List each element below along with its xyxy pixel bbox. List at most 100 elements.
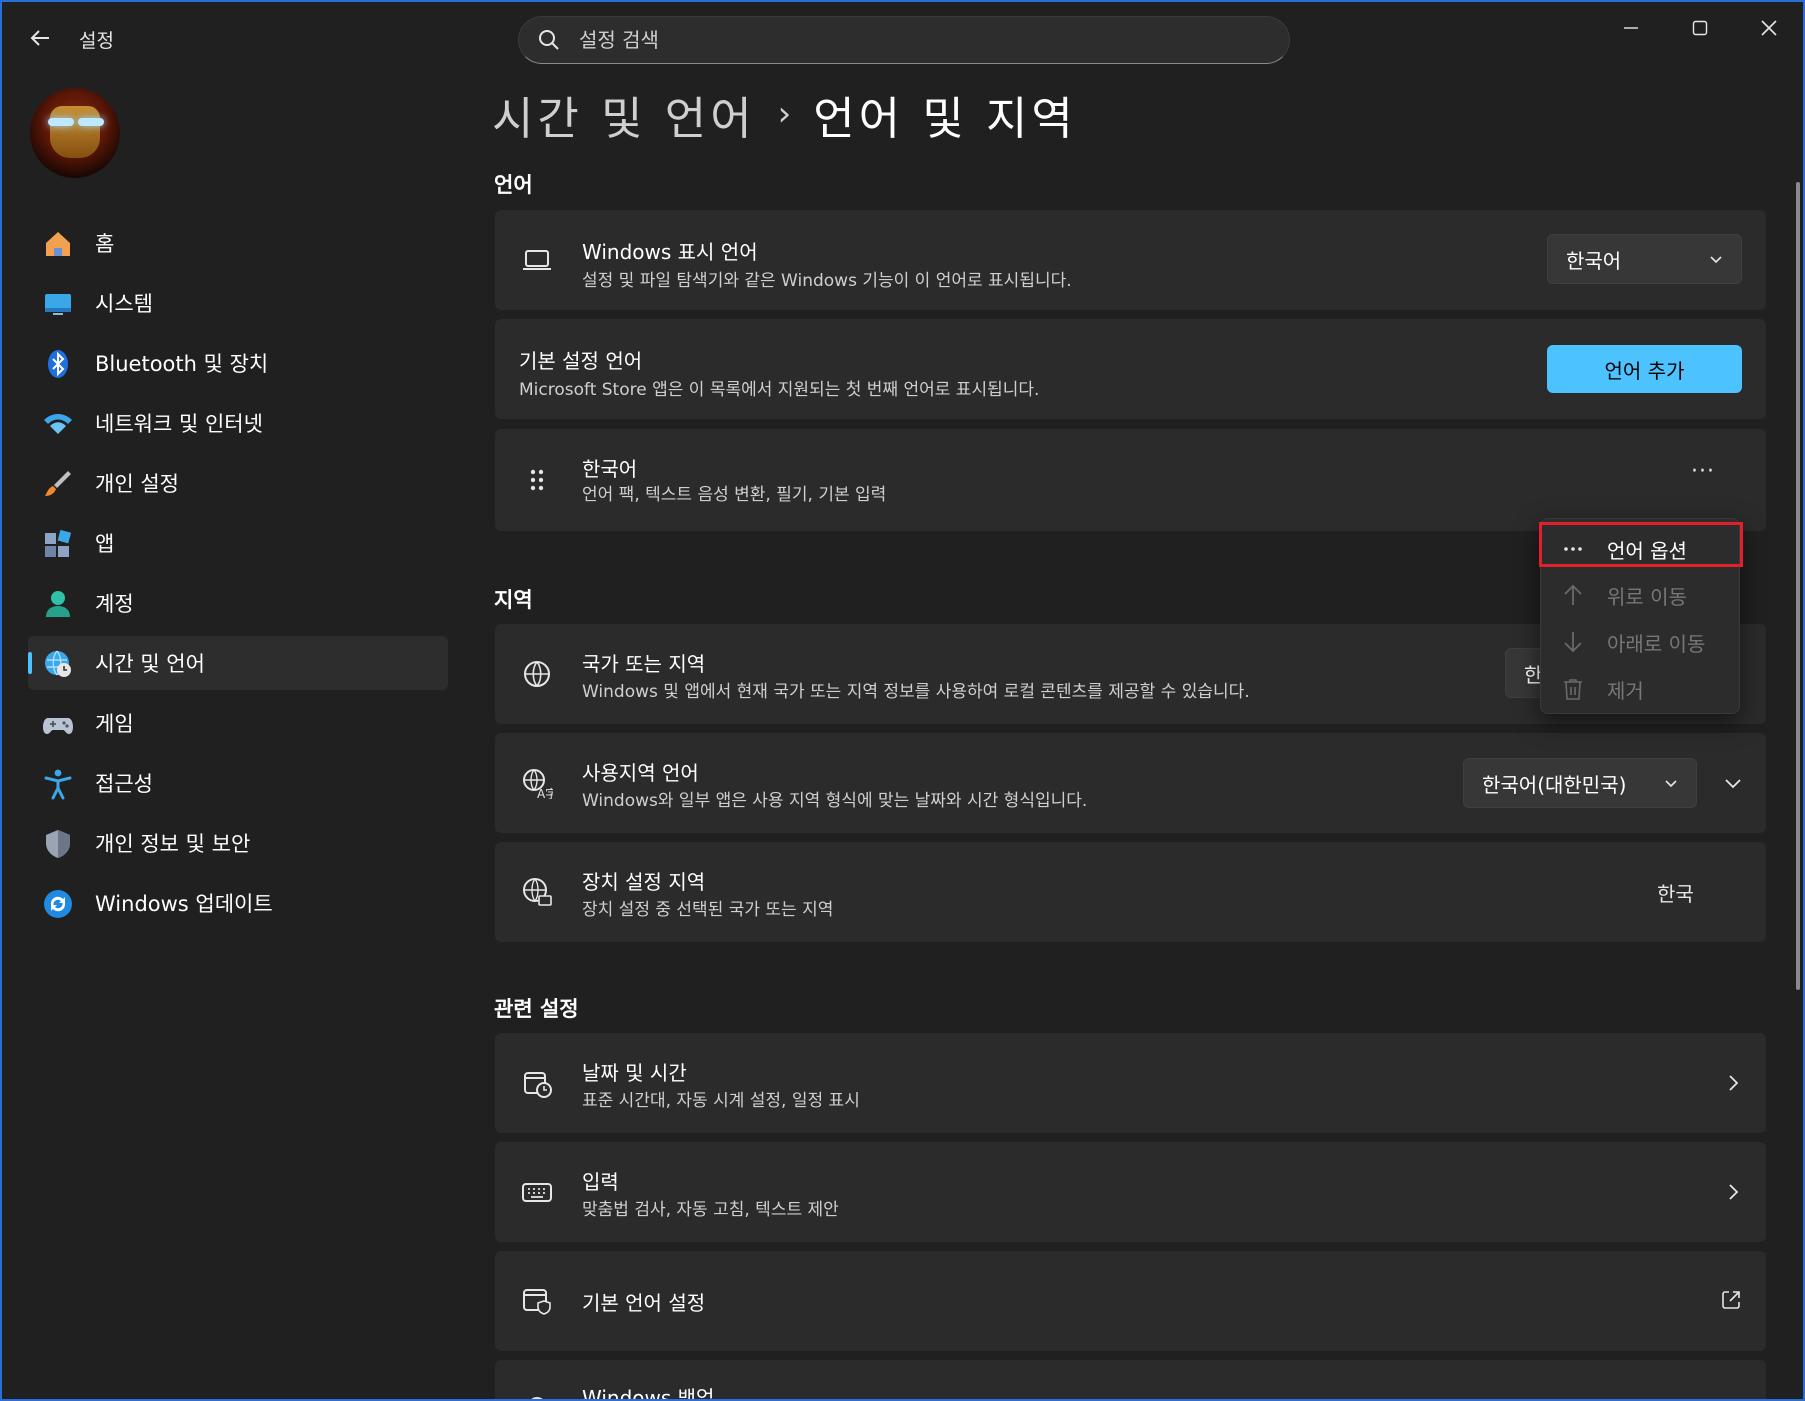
language-item-desc: 언어 팩, 텍스트 음성 변환, 필기, 기본 입력 [582, 485, 887, 505]
menu-item-move-down[interactable]: 아래로 이동 [1541, 620, 1741, 664]
regional-format-desc: Windows와 일부 앱은 사용 지역 형식에 맞는 날짜와 시간 형식입니다… [582, 791, 1088, 811]
language-context-menu: 언어 옵션 위로 이동 아래로 이동 제거 [1540, 518, 1740, 714]
scrollbar[interactable] [1796, 182, 1800, 990]
device-region-value: 한국 [1657, 882, 1694, 906]
related-typing-card[interactable]: 입력 맞춤법 검사, 자동 고침, 텍스트 제안 [495, 1142, 1766, 1242]
home-icon [46, 232, 70, 256]
sidebar-item-system[interactable]: 시스템 [28, 276, 448, 330]
avatar-eye-left [48, 118, 74, 126]
keyboard-icon [522, 1183, 552, 1202]
display-language-card: Windows 표시 언어 설정 및 파일 탐색기와 같은 Windows 기능… [495, 210, 1766, 310]
language-item-title: 한국어 [582, 457, 638, 481]
bluetooth-icon [48, 350, 68, 378]
calendar-clock-icon [524, 1072, 552, 1098]
helmet-faceplate [50, 106, 100, 158]
avatar[interactable] [30, 88, 120, 178]
regional-format-card[interactable]: A字 사용지역 언어 Windows와 일부 앱은 사용 지역 형식에 맞는 날… [495, 733, 1766, 833]
time-language-icon [45, 650, 71, 677]
sidebar-item-privacy[interactable]: 개인 정보 및 보안 [28, 816, 448, 870]
sidebar-item-bluetooth[interactable]: Bluetooth 및 장치 [28, 336, 448, 390]
related-admin-language-card[interactable]: 기본 언어 설정 [495, 1251, 1766, 1351]
settings-window: 설정 홈 시스템 [0, 0, 1805, 1401]
sidebar-item-label: 개인 설정 [95, 472, 179, 496]
display-language-desc: 설정 및 파일 탐색기와 같은 Windows 기능이 이 언어로 표시됩니다. [582, 271, 1072, 291]
related-datetime-desc: 표준 시간대, 자동 시계 설정, 일정 표시 [582, 1091, 860, 1111]
device-region-card: 장치 설정 지역 장치 설정 중 선택된 국가 또는 지역 한국 [495, 842, 1766, 942]
menu-item-label: 언어 옵션 [1607, 538, 1687, 563]
sidebar-item-windows-update[interactable]: Windows 업데이트 [28, 876, 448, 930]
device-globe-icon [523, 878, 552, 906]
related-typing-desc: 맞춤법 검사, 자동 고침, 텍스트 제안 [582, 1200, 839, 1220]
sidebar-item-apps[interactable]: 앱 [28, 516, 448, 570]
related-datetime-title: 날짜 및 시간 [582, 1061, 687, 1085]
sidebar-nav: 홈 시스템 Bluetooth 및 장치 네트워크 및 인터넷 개인 설정 앱 … [28, 216, 448, 936]
breadcrumb: 시간 및 언어 › 언어 및 지역 [492, 82, 1077, 146]
section-title-language: 언어 [494, 173, 533, 197]
related-typing-title: 입력 [582, 1170, 619, 1194]
preferred-language-title: 기본 설정 언어 [519, 349, 643, 373]
wifi-icon [44, 414, 72, 434]
minimize-icon [1624, 27, 1638, 29]
sidebar-item-personalization[interactable]: 개인 설정 [28, 456, 448, 510]
avatar-eye-right [78, 118, 104, 126]
account-icon [46, 591, 70, 617]
regional-format-title: 사용지역 언어 [582, 761, 699, 785]
search-box[interactable] [518, 16, 1290, 64]
chevron-right-icon [1729, 1075, 1739, 1091]
sidebar-item-accounts[interactable]: 계정 [28, 576, 448, 630]
back-button[interactable] [22, 20, 58, 56]
sidebar-item-home[interactable]: 홈 [28, 216, 448, 270]
sidebar-item-label: 시간 및 언어 [95, 652, 205, 676]
related-datetime-card[interactable]: 날짜 및 시간 표준 시간대, 자동 시계 설정, 일정 표시 [495, 1033, 1766, 1133]
title-bar: 설정 [2, 2, 1803, 76]
menu-item-move-up[interactable]: 위로 이동 [1541, 573, 1741, 617]
apps-icon [45, 529, 72, 557]
chevron-down-icon [1665, 780, 1677, 788]
more-options-button[interactable]: ··· [1691, 459, 1715, 484]
app-title: 설정 [79, 30, 114, 52]
sidebar-item-label: Windows 업데이트 [95, 892, 273, 916]
breadcrumb-parent[interactable]: 시간 및 언어 [492, 82, 756, 147]
close-button[interactable] [1741, 8, 1797, 48]
sidebar-item-label: 홈 [95, 232, 115, 256]
preferred-language-card: 기본 설정 언어 Microsoft Store 앱은 이 목록에서 지원되는 … [495, 319, 1766, 419]
sidebar-item-accessibility[interactable]: 접근성 [28, 756, 448, 810]
display-language-title: Windows 표시 언어 [582, 240, 758, 264]
sidebar-item-network[interactable]: 네트워크 및 인터넷 [28, 396, 448, 450]
breadcrumb-separator: › [777, 94, 792, 134]
more-icon [1564, 547, 1582, 551]
related-backup-card[interactable]: Windows 백업 [495, 1360, 1766, 1399]
drag-handle-icon[interactable] [521, 464, 553, 496]
close-icon [1761, 20, 1777, 36]
svg-text:A字: A字 [537, 786, 553, 799]
maximize-button[interactable] [1672, 8, 1728, 48]
sidebar-item-gaming[interactable]: 게임 [28, 696, 448, 750]
back-arrow-icon [30, 30, 49, 46]
sidebar-item-label: 개인 정보 및 보안 [95, 832, 251, 856]
dropdown-value: 한국어(대한민국) [1482, 772, 1627, 797]
chevron-right-icon [1729, 1184, 1739, 1200]
add-language-button[interactable]: 언어 추가 [1547, 345, 1742, 393]
search-input[interactable] [579, 17, 1259, 63]
search-icon [537, 28, 561, 56]
sidebar-item-label: 게임 [95, 712, 134, 736]
update-icon [44, 890, 72, 918]
arrow-up-icon [1564, 584, 1582, 605]
sidebar-item-label: 접근성 [95, 772, 153, 796]
menu-item-remove[interactable]: 제거 [1541, 667, 1741, 711]
shield-icon [46, 830, 70, 858]
admin-shield-icon [523, 1289, 551, 1315]
globe-icon [524, 661, 550, 687]
language-item-korean[interactable]: 한국어 언어 팩, 텍스트 음성 변환, 필기, 기본 입력 ··· [495, 429, 1766, 531]
gamepad-icon [43, 718, 73, 734]
sidebar-item-time-language[interactable]: 시간 및 언어 [28, 636, 448, 690]
expand-chevron-icon[interactable] [1723, 773, 1743, 793]
menu-item-language-options[interactable]: 언어 옵션 [1541, 527, 1741, 571]
display-language-dropdown[interactable]: 한국어 [1547, 234, 1742, 284]
sidebar-item-label: Bluetooth 및 장치 [95, 352, 269, 376]
minimize-button[interactable] [1603, 8, 1659, 48]
regional-format-dropdown[interactable]: 한국어(대한민국) [1463, 758, 1697, 808]
sidebar-item-label: 앱 [95, 532, 115, 556]
maximize-icon [1692, 20, 1708, 36]
backup-icon [531, 1397, 543, 1399]
